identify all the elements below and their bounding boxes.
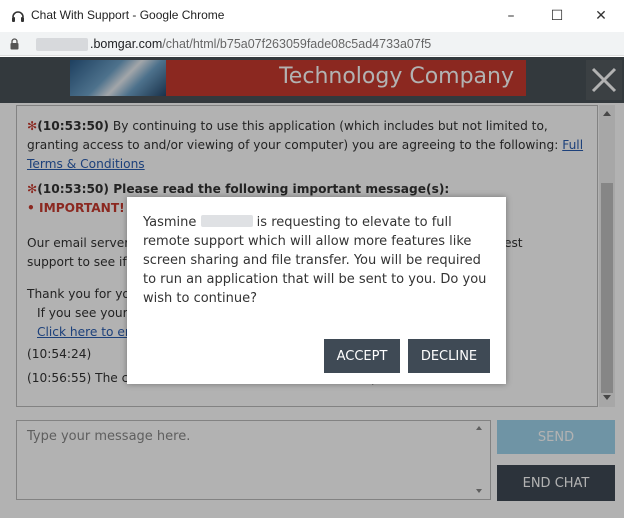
representative-name: Yasmine bbox=[143, 215, 197, 230]
redacted-surname bbox=[200, 215, 253, 227]
lock-icon bbox=[10, 38, 19, 50]
headset-icon bbox=[12, 11, 24, 22]
minimize-button[interactable]: – bbox=[488, 0, 534, 32]
url-path: /chat/html/b75a07f263059fade08c5ad4733a0… bbox=[162, 37, 432, 51]
url-host: .bomgar.com bbox=[90, 37, 163, 51]
maximize-button[interactable]: ☐ bbox=[534, 0, 580, 32]
address-bar[interactable]: .bomgar.com/chat/html/b75a07f263059fade0… bbox=[0, 32, 624, 56]
window-close-button[interactable]: ✕ bbox=[578, 0, 624, 32]
accept-button[interactable]: ACCEPT bbox=[324, 339, 400, 373]
decline-button[interactable]: DECLINE bbox=[408, 339, 490, 373]
url-text[interactable]: .bomgar.com/chat/html/b75a07f263059fade0… bbox=[90, 37, 431, 51]
redacted-subdomain bbox=[36, 38, 88, 51]
window-titlebar: Chat With Support - Google Chrome – ☐ ✕ bbox=[0, 0, 624, 32]
elevation-request-dialog: Yasmine is requesting to elevate to full… bbox=[127, 197, 506, 384]
window-title: Chat With Support - Google Chrome bbox=[31, 8, 225, 22]
dialog-message: Yasmine is requesting to elevate to full… bbox=[143, 213, 493, 308]
